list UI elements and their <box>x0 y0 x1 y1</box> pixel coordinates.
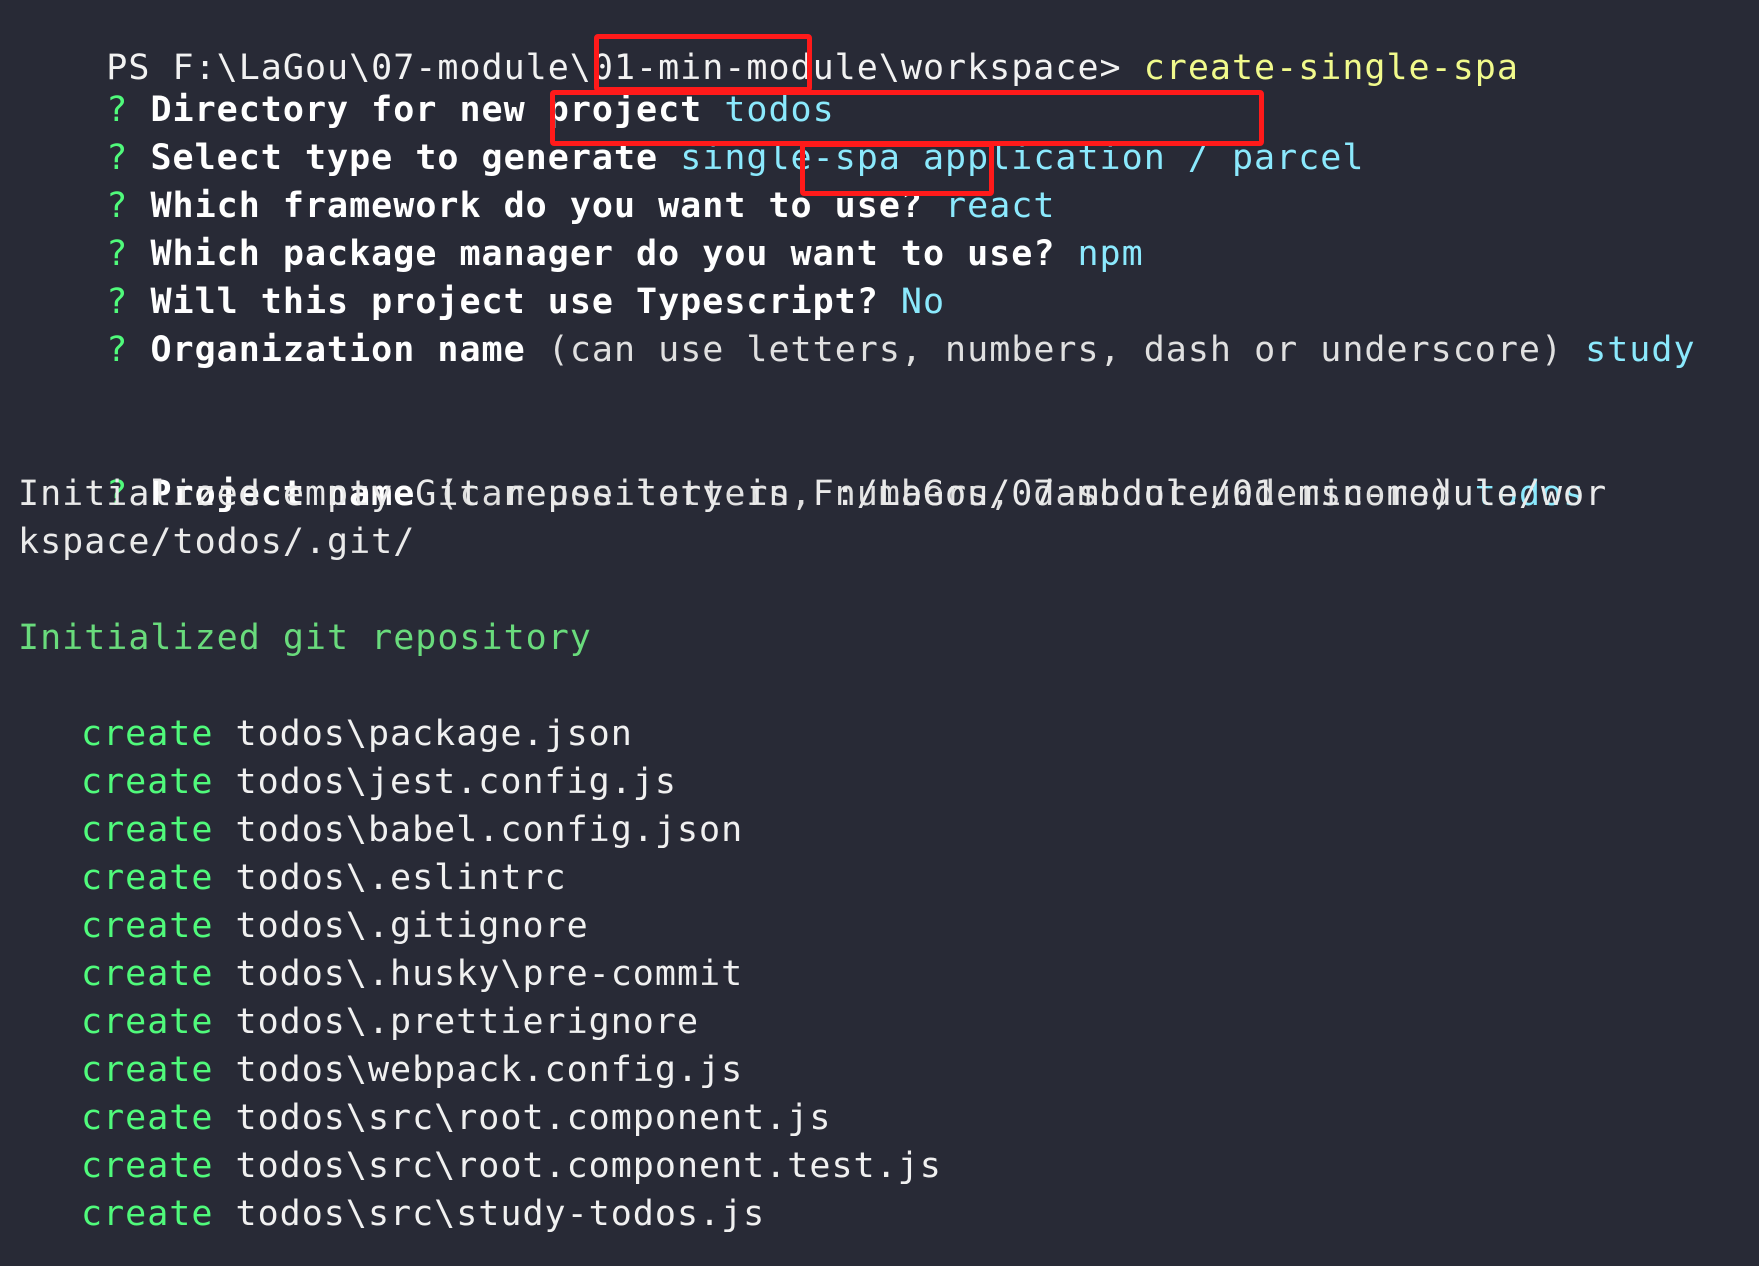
question-answer: study <box>1585 330 1696 370</box>
question-line-package-manager: ? Which package manager do you want to u… <box>18 182 1144 274</box>
git-init-success: Initialized git repository <box>18 618 592 658</box>
created-file-row: create todos\.eslintrc <box>18 854 567 902</box>
created-file-path: todos\package.json <box>235 714 633 754</box>
create-keyword: create <box>81 1002 214 1042</box>
create-keyword: create <box>81 858 214 898</box>
created-file-path: todos\jest.config.js <box>235 762 677 802</box>
question-line-project-name: ? Project name (can use letters, numbers… <box>18 422 1585 514</box>
create-keyword: create <box>81 714 214 754</box>
created-file-row: create todos\.husky\pre-commit <box>18 950 743 998</box>
create-keyword: create <box>81 1098 214 1138</box>
question-line-type: ? Select type to generate single-spa app… <box>18 86 1364 178</box>
question-mark: ? <box>106 330 129 370</box>
created-file-row: create todos\babel.config.json <box>18 806 743 854</box>
question-line-framework: ? Which framework do you want to use? re… <box>18 134 1055 226</box>
question-line-organization: ? Organization name (can use letters, nu… <box>18 278 1696 370</box>
create-keyword: create <box>81 1194 214 1234</box>
created-file-path: todos\src\root.component.js <box>235 1098 832 1138</box>
created-file-row: create todos\jest.config.js <box>18 758 677 806</box>
created-file-path: todos\src\root.component.test.js <box>235 1146 942 1186</box>
created-file-row: create todos\.prettierignore <box>18 998 699 1046</box>
created-file-row: create todos\src\root.component.js <box>18 1094 831 1142</box>
question-label: Organization name <box>150 330 526 370</box>
question-hint: (can use letters, numbers, dash or under… <box>547 330 1564 370</box>
create-keyword: create <box>81 762 214 802</box>
create-keyword: create <box>81 906 214 946</box>
terminal-window[interactable]: PS F:\LaGou\07-module\01-min-module\work… <box>0 0 1759 1266</box>
create-keyword: create <box>81 810 214 850</box>
create-keyword: create <box>81 1146 214 1186</box>
created-file-row: create todos\src\study-todos.js <box>18 1190 765 1238</box>
created-file-row: create todos\package.json <box>18 710 633 758</box>
created-file-path: todos\.prettierignore <box>235 1002 700 1042</box>
created-file-row: create todos\src\root.component.test.js <box>18 1142 942 1190</box>
question-line-directory: ? Directory for new project todos <box>18 38 835 130</box>
question-answer: npm <box>1077 234 1144 274</box>
git-init-line-1: Initialized empty Git repository in F:/L… <box>18 474 1608 514</box>
create-keyword: create <box>81 954 214 994</box>
created-file-path: todos\babel.config.json <box>235 810 744 850</box>
create-keyword: create <box>81 1050 214 1090</box>
created-file-path: todos\src\study-todos.js <box>235 1194 766 1234</box>
question-line-typescript: ? Will this project use Typescript? No <box>18 230 945 322</box>
created-file-row: create todos\webpack.config.js <box>18 1046 743 1094</box>
git-init-line-2: kspace/todos/.git/ <box>18 522 416 562</box>
prompt-command: create-single-spa <box>1143 48 1519 88</box>
created-file-path: todos\.eslintrc <box>235 858 567 898</box>
created-file-path: todos\.gitignore <box>235 906 589 946</box>
created-file-path: todos\.husky\pre-commit <box>235 954 744 994</box>
created-file-row: create todos\.gitignore <box>18 902 589 950</box>
created-file-path: todos\webpack.config.js <box>235 1050 744 1090</box>
